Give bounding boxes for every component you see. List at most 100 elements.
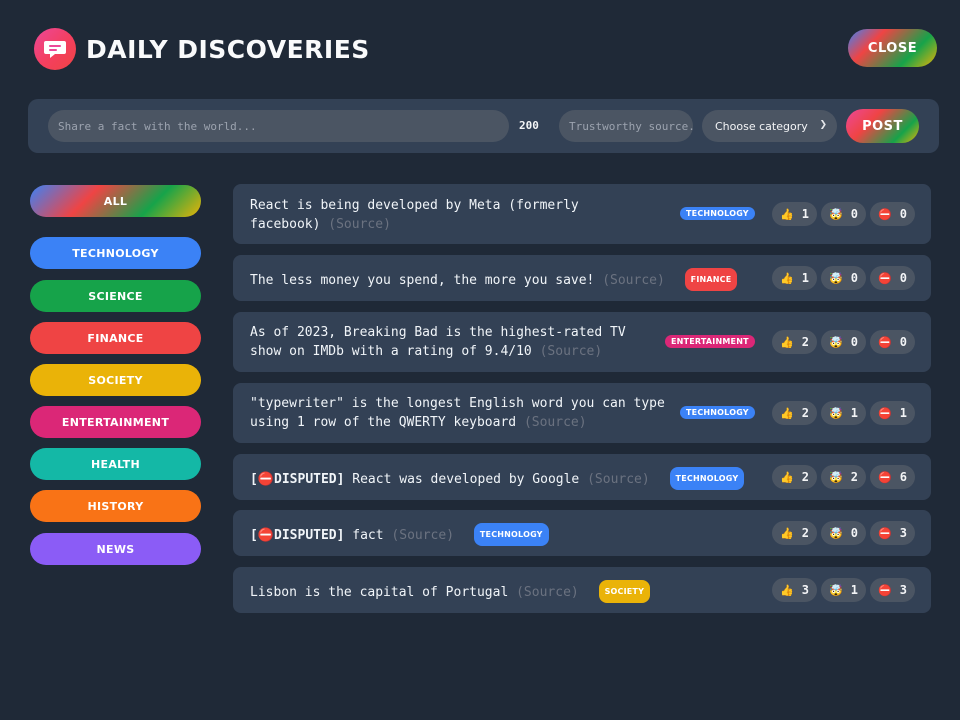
source-link[interactable]: (Source) (328, 217, 391, 232)
fact-body: fact (352, 528, 392, 543)
vote-count: 1 (801, 271, 809, 285)
fact-item: Lisbon is the capital of Portugal (Sourc… (233, 567, 931, 613)
vote-mindblowing-button[interactable]: 🤯 0 (821, 266, 866, 290)
category-all[interactable]: ALL (30, 185, 201, 217)
vote-false-button[interactable]: ⛔ 0 (870, 202, 915, 226)
category-tag: Technology (669, 467, 745, 490)
chevron-down-icon: ❯ (819, 120, 827, 130)
source-link[interactable]: (Source) (602, 273, 665, 288)
vote-mindblowing-button[interactable]: 🤯 0 (821, 330, 866, 354)
thumbs-up-icon: 👍 (780, 207, 794, 221)
mind-blown-icon: 🤯 (829, 470, 843, 484)
vote-count: 2 (801, 406, 809, 420)
vote-interesting-button[interactable]: 👍 2 (772, 521, 817, 545)
vote-count: 0 (899, 207, 907, 221)
no-entry-icon: ⛔ (878, 406, 892, 420)
vote-count: 0 (850, 271, 858, 285)
fact-text-input[interactable] (48, 110, 509, 142)
fact-text: "typewriter" is the longest English word… (250, 394, 670, 432)
vote-count: 0 (850, 526, 858, 540)
category-history[interactable]: HISTORY (30, 490, 201, 522)
no-entry-icon: ⛔ (878, 526, 892, 540)
category-health[interactable]: HEALTH (30, 448, 201, 480)
fact-text: Lisbon is the capital of Portugal (Sourc… (250, 580, 651, 603)
vote-mindblowing-button[interactable]: 🤯 1 (821, 578, 866, 602)
fact-item: [⛔DISPUTED] React was developed by Googl… (233, 454, 931, 500)
source-link[interactable]: (Source) (391, 528, 454, 543)
app-title: Daily Discoveries (86, 34, 370, 64)
post-button[interactable]: Post (846, 109, 919, 143)
source-link[interactable]: (Source) (540, 344, 603, 359)
vote-buttons: 👍 2 🤯 1 ⛔ 1 (772, 401, 915, 425)
close-button[interactable]: Close (848, 29, 937, 67)
vote-false-button[interactable]: ⛔ 1 (870, 401, 915, 425)
vote-interesting-button[interactable]: 👍 1 (772, 266, 817, 290)
category-finance[interactable]: FINANCE (30, 322, 201, 354)
vote-count: 3 (801, 583, 809, 597)
no-entry-icon: ⛔ (878, 583, 892, 597)
fact-item: Entertainment As of 2023, Breaking Bad is… (233, 312, 931, 372)
category-science[interactable]: SCIENCE (30, 280, 201, 312)
mind-blown-icon: 🤯 (829, 526, 843, 540)
vote-interesting-button[interactable]: 👍 1 (772, 202, 817, 226)
category-select[interactable]: Choose category ❯ (702, 110, 837, 142)
vote-mindblowing-button[interactable]: 🤯 0 (821, 202, 866, 226)
app-header: Daily Discoveries (34, 28, 370, 70)
new-fact-form: 200 Choose category ❯ Post (28, 99, 939, 153)
vote-mindblowing-button[interactable]: 🤯 1 (821, 401, 866, 425)
vote-buttons: 👍 3 🤯 1 ⛔ 3 (772, 578, 915, 602)
source-link[interactable]: (Source) (524, 415, 587, 430)
vote-buttons: 👍 1 🤯 0 ⛔ 0 (772, 266, 915, 290)
no-entry-icon: ⛔ (878, 470, 892, 484)
fact-body: React was developed by Google (352, 472, 588, 487)
category-entertainment[interactable]: ENTERTAINMENT (30, 406, 201, 438)
vote-false-button[interactable]: ⛔ 6 (870, 465, 915, 489)
disputed-label: [⛔DISPUTED] (250, 528, 345, 543)
vote-interesting-button[interactable]: 👍 2 (772, 330, 817, 354)
vote-count: 2 (801, 526, 809, 540)
source-link[interactable]: (Source) (587, 472, 650, 487)
vote-interesting-button[interactable]: 👍 3 (772, 578, 817, 602)
fact-body: React is being developed by Meta (former… (250, 198, 579, 232)
mind-blown-icon: 🤯 (829, 583, 843, 597)
thumbs-up-icon: 👍 (780, 271, 794, 285)
fact-body: The less money you spend, the more you s… (250, 273, 603, 288)
vote-count: 2 (850, 470, 858, 484)
category-society[interactable]: SOCIETY (30, 364, 201, 396)
vote-false-button[interactable]: ⛔ 0 (870, 330, 915, 354)
fact-text: [⛔DISPUTED] React was developed by Googl… (250, 467, 745, 490)
vote-count: 0 (850, 335, 858, 349)
vote-count: 1 (850, 583, 858, 597)
no-entry-icon: ⛔ (878, 271, 892, 285)
fact-body: "typewriter" is the longest English word… (250, 396, 665, 430)
char-count: 200 (519, 119, 539, 132)
vote-buttons: 👍 2 🤯 0 ⛔ 3 (772, 521, 915, 545)
category-tag: Technology (473, 523, 549, 546)
vote-count: 1 (850, 406, 858, 420)
thumbs-up-icon: 👍 (780, 526, 794, 540)
vote-false-button[interactable]: ⛔ 0 (870, 266, 915, 290)
category-select-value: Choose category (715, 119, 808, 133)
vote-interesting-button[interactable]: 👍 2 (772, 465, 817, 489)
vote-false-button[interactable]: ⛔ 3 (870, 521, 915, 545)
category-tag: Finance (684, 268, 738, 291)
thumbs-up-icon: 👍 (780, 583, 794, 597)
category-tag: Technology (680, 406, 755, 419)
vote-false-button[interactable]: ⛔ 3 (870, 578, 915, 602)
mind-blown-icon: 🤯 (829, 207, 843, 221)
no-entry-icon: ⛔ (878, 335, 892, 349)
category-technology[interactable]: TECHNOLOGY (30, 237, 201, 269)
source-link[interactable]: (Source) (516, 585, 579, 600)
no-entry-icon: ⛔ (878, 207, 892, 221)
vote-interesting-button[interactable]: 👍 2 (772, 401, 817, 425)
vote-count: 3 (899, 526, 907, 540)
source-input[interactable] (559, 110, 693, 142)
fact-text: [⛔DISPUTED] fact (Source) Technology (250, 523, 549, 546)
fact-body: Lisbon is the capital of Portugal (250, 585, 517, 600)
fact-item: [⛔DISPUTED] fact (Source) Technology 👍 2 🤯 0… (233, 510, 931, 556)
category-tag: Technology (680, 207, 755, 220)
vote-count: 3 (899, 583, 907, 597)
category-news[interactable]: NEWS (30, 533, 201, 565)
vote-mindblowing-button[interactable]: 🤯 2 (821, 465, 866, 489)
vote-mindblowing-button[interactable]: 🤯 0 (821, 521, 866, 545)
